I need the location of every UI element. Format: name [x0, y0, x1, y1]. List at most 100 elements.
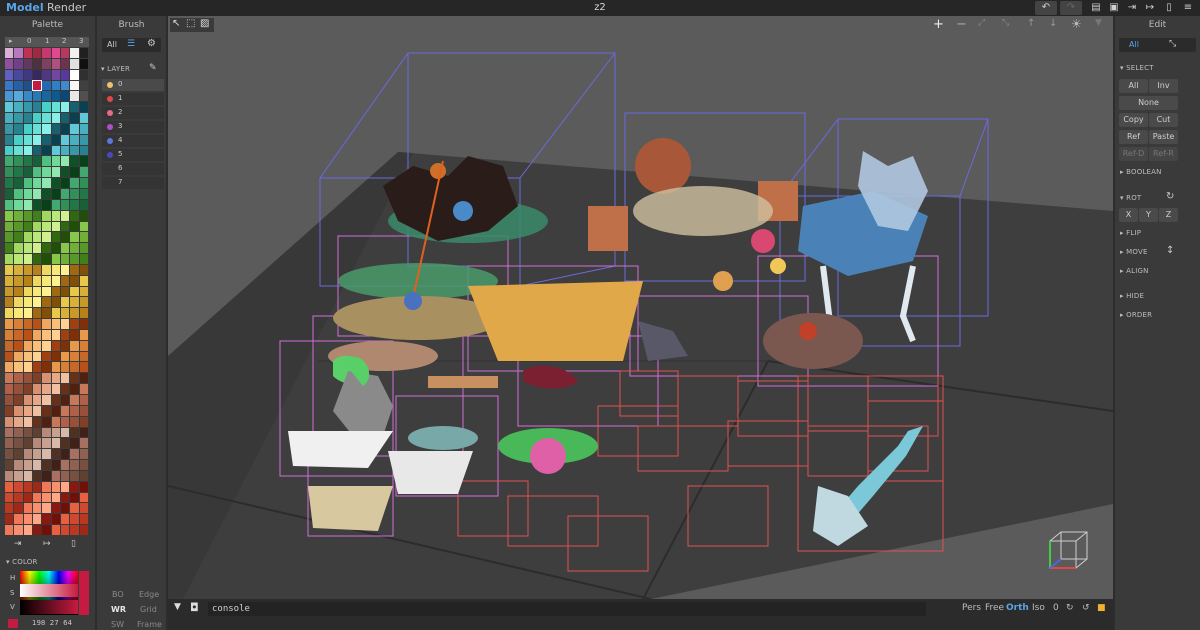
- palette-swatch[interactable]: [42, 481, 51, 492]
- palette-swatch[interactable]: [51, 503, 60, 514]
- palette-swatch[interactable]: [42, 405, 51, 416]
- voxel-cube-icon[interactable]: ■: [1097, 603, 1106, 613]
- palette-swatch[interactable]: [33, 102, 42, 113]
- palette-swatch[interactable]: [61, 286, 70, 297]
- palette-swatch[interactable]: [79, 232, 88, 243]
- palette-swatch[interactable]: [33, 427, 42, 438]
- palette-swatch[interactable]: [61, 340, 70, 351]
- palette-swatch[interactable]: [70, 178, 79, 188]
- palette-swatch[interactable]: [61, 405, 70, 416]
- palette-swatch[interactable]: [14, 503, 23, 514]
- palette-swatch[interactable]: [23, 319, 32, 329]
- settings-gear-icon[interactable]: ⚙: [147, 38, 156, 49]
- palette-swatch[interactable]: [70, 221, 79, 232]
- palette-swatch[interactable]: [51, 460, 60, 470]
- palette-swatch[interactable]: [33, 210, 42, 221]
- palette-swatch[interactable]: [79, 481, 88, 492]
- palette-swatch[interactable]: [23, 145, 32, 156]
- palette-swatch[interactable]: [33, 340, 42, 351]
- palette-swatch[interactable]: [70, 416, 79, 427]
- palette-swatch[interactable]: [42, 416, 51, 427]
- palette-swatch[interactable]: [5, 188, 14, 199]
- palette-swatch[interactable]: [14, 297, 23, 308]
- palette-swatch[interactable]: [42, 438, 51, 449]
- palette-swatch[interactable]: [70, 275, 79, 286]
- palette-swatch[interactable]: [51, 362, 60, 373]
- palette-swatch[interactable]: [33, 308, 42, 319]
- palette-swatch[interactable]: [23, 221, 32, 232]
- rot-y-button[interactable]: Y: [1139, 208, 1158, 222]
- rotate-reset-icon[interactable]: ↻: [1166, 191, 1174, 202]
- palette-swatch[interactable]: [23, 492, 32, 503]
- select-section-header[interactable]: ▾ SELECT: [1120, 64, 1154, 72]
- layer-row-6[interactable]: 6: [102, 163, 164, 175]
- palette-swatch[interactable]: [61, 243, 70, 254]
- palette-swatch[interactable]: [14, 69, 23, 80]
- brush-filter-all[interactable]: All: [107, 40, 117, 49]
- palette-swatch[interactable]: [70, 503, 79, 514]
- palette-swatch[interactable]: [23, 178, 32, 188]
- palette-swatch[interactable]: [14, 199, 23, 210]
- palette-swatch[interactable]: [5, 481, 14, 492]
- palette-swatch[interactable]: [79, 134, 88, 145]
- palette-swatch[interactable]: [79, 199, 88, 210]
- color-section-header[interactable]: ▾ COLOR: [6, 558, 38, 566]
- palette-swatch[interactable]: [33, 395, 42, 405]
- palette-swatch[interactable]: [70, 113, 79, 123]
- palette-swatch[interactable]: [70, 134, 79, 145]
- palette-swatch[interactable]: [14, 275, 23, 286]
- palette-swatch[interactable]: [51, 58, 60, 69]
- console-toggle-icon[interactable]: ▼: [174, 602, 181, 612]
- palette-swatch-grid[interactable]: [5, 48, 89, 536]
- palette-swatch[interactable]: [79, 69, 88, 80]
- box-select-icon[interactable]: ⬚: [186, 18, 195, 29]
- palette-swatch[interactable]: [70, 210, 79, 221]
- palette-swatch[interactable]: [14, 123, 23, 134]
- palette-swatch[interactable]: [14, 492, 23, 503]
- palette-swatch[interactable]: [23, 286, 32, 297]
- palette-swatch[interactable]: [51, 199, 60, 210]
- palette-swatch[interactable]: [61, 470, 70, 481]
- palette-swatch[interactable]: [5, 460, 14, 470]
- palette-swatch[interactable]: [51, 69, 60, 80]
- palette-swatch[interactable]: [33, 362, 42, 373]
- palette-swatch[interactable]: [70, 69, 79, 80]
- palette-swatch[interactable]: [14, 405, 23, 416]
- palette-swatch[interactable]: [23, 373, 32, 384]
- palette-swatch[interactable]: [14, 319, 23, 329]
- palette-swatch[interactable]: [23, 427, 32, 438]
- palette-swatch[interactable]: [61, 514, 70, 525]
- palette-swatch[interactable]: [70, 123, 79, 134]
- palette-swatch[interactable]: [70, 188, 79, 199]
- palette-swatch[interactable]: [70, 91, 79, 102]
- palette-swatch[interactable]: [23, 308, 32, 319]
- layer-row-5[interactable]: 5: [102, 149, 164, 161]
- palette-swatch[interactable]: [42, 123, 51, 134]
- palette-swatch[interactable]: [70, 286, 79, 297]
- palette-swatch[interactable]: [42, 308, 51, 319]
- palette-swatch[interactable]: [79, 102, 88, 113]
- layer-color-dot[interactable]: [107, 152, 113, 158]
- palette-swatch[interactable]: [14, 329, 23, 340]
- palette-swatch[interactable]: [79, 319, 88, 329]
- palette-swatch[interactable]: [51, 167, 60, 178]
- mode-sw[interactable]: SW: [111, 620, 124, 629]
- palette-swatch[interactable]: [70, 264, 79, 275]
- palette-swatch[interactable]: [14, 308, 23, 319]
- palette-swatch[interactable]: [61, 275, 70, 286]
- palette-swatch[interactable]: [5, 134, 14, 145]
- palette-swatch[interactable]: [61, 232, 70, 243]
- palette-swatch[interactable]: [33, 329, 42, 340]
- palette-swatch[interactable]: [79, 178, 88, 188]
- palette-swatch[interactable]: [23, 264, 32, 275]
- palette-swatch[interactable]: [61, 188, 70, 199]
- palette-swatch[interactable]: [79, 243, 88, 254]
- palette-swatch[interactable]: [5, 286, 14, 297]
- palette-swatch[interactable]: [70, 329, 79, 340]
- palette-swatch[interactable]: [51, 145, 60, 156]
- palette-swatch[interactable]: [14, 286, 23, 297]
- palette-swatch[interactable]: [42, 134, 51, 145]
- palette-export-icon[interactable]: ↦: [43, 539, 51, 549]
- palette-swatch[interactable]: [33, 69, 42, 80]
- palette-swatch[interactable]: [70, 297, 79, 308]
